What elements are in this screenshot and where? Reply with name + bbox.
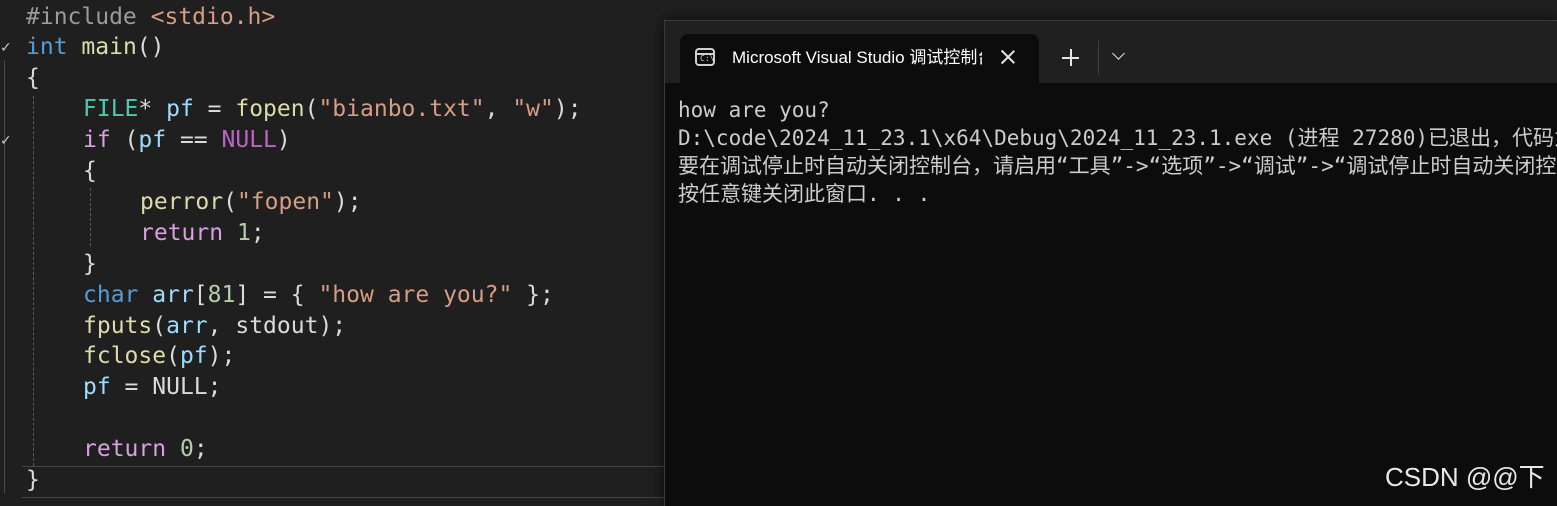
punctuation: ( <box>304 96 319 122</box>
keyword: return <box>140 220 224 246</box>
include-header: <stdio.h> <box>150 4 276 30</box>
string-literal: "w" <box>512 96 554 122</box>
indent-guide <box>33 96 34 466</box>
code-line-7[interactable]: perror("fopen"); <box>140 187 362 218</box>
console-tab[interactable]: C:\ Microsoft Visual Studio 调试控制台 <box>680 34 1039 83</box>
code-line-10[interactable]: char arr[81] = { "how are you?" }; <box>83 280 554 311</box>
chevron-down-icon[interactable] <box>1112 48 1126 62</box>
debug-console-window[interactable]: C:\ Microsoft Visual Studio 调试控制台 how ar… <box>664 20 1557 506</box>
code-line-8[interactable]: return 1; <box>140 218 265 249</box>
variable: pf <box>179 343 208 369</box>
number-literal: 81 <box>207 282 236 308</box>
keyword: if <box>83 127 111 153</box>
code-line-16[interactable]: } <box>26 465 40 496</box>
punctuation: ); <box>333 189 362 215</box>
code-line-4[interactable]: FILE* pf = fopen("bianbo.txt", "w"); <box>83 94 582 125</box>
fold-chevron-icon[interactable]: ✓ <box>0 40 12 56</box>
brace: { <box>26 65 40 91</box>
number-literal: 1 <box>236 220 251 246</box>
string-literal: "bianbo.txt" <box>318 96 485 122</box>
variable: pf <box>166 96 194 122</box>
function-name: fclose <box>83 343 167 369</box>
scope-indicator <box>4 60 5 285</box>
punctuation: }; <box>512 282 554 308</box>
code-line-6[interactable]: { <box>83 156 97 187</box>
punctuation: , <box>207 313 236 339</box>
string-literal: "fopen" <box>236 189 334 215</box>
preprocessor-directive: #include <box>26 4 151 30</box>
punctuation: ); <box>553 96 582 122</box>
macro: NULL <box>221 127 277 153</box>
new-tab-plus-icon[interactable] <box>1062 48 1082 68</box>
code-line-15[interactable]: return 0; <box>83 434 208 465</box>
code-line-12[interactable]: fclose(pf); <box>83 341 235 372</box>
brace: } <box>26 467 40 493</box>
punctuation: ] = { <box>235 282 319 308</box>
type-name: FILE <box>83 96 139 122</box>
code-line-1[interactable]: #include <stdio.h> <box>26 2 275 33</box>
brace: } <box>83 251 97 277</box>
keyword: char <box>83 282 139 308</box>
function-name: main <box>81 34 137 60</box>
macro: NULL <box>152 374 208 400</box>
operator: == <box>166 127 222 153</box>
code-line-3[interactable]: { <box>26 63 40 94</box>
function-name: perror <box>140 189 224 215</box>
current-line-highlight <box>22 466 664 498</box>
punctuation: ; <box>250 220 265 246</box>
punctuation: ( <box>152 313 167 339</box>
code-line-9[interactable]: } <box>83 249 97 280</box>
keyword: int <box>26 34 68 60</box>
console-line: how are you? <box>678 98 830 122</box>
console-line: 要在调试停止时自动关闭控制台，请启用“工具”->“选项”->“调试”->“调试停… <box>678 154 1557 178</box>
variable: arr <box>166 313 208 339</box>
punctuation: ); <box>207 343 236 369</box>
code-line-5[interactable]: if (pf == NULL) <box>83 125 291 156</box>
variable: pf <box>83 374 111 400</box>
keyword: return <box>83 436 167 462</box>
console-app-icon: C:\ <box>695 48 715 66</box>
tab-title: Microsoft Visual Studio 调试控制台 <box>732 48 982 67</box>
indent-guide <box>90 188 91 246</box>
operator: = <box>110 374 153 400</box>
close-icon[interactable] <box>998 47 1018 67</box>
brace: { <box>83 158 97 184</box>
punctuation: , <box>484 96 513 122</box>
watermark: CSDN @@下 <box>1385 462 1545 492</box>
code-line-11[interactable]: fputs(arr, stdout); <box>83 311 346 342</box>
console-line: 按任意键关闭此窗口. . . <box>678 182 931 206</box>
operator: = <box>193 96 236 122</box>
fold-chevron-icon[interactable]: ✓ <box>0 133 12 149</box>
punctuation: [ <box>193 282 208 308</box>
punctuation: * <box>138 96 167 122</box>
function-name: fputs <box>83 313 153 339</box>
number-literal: 0 <box>179 436 194 462</box>
punctuation: ; <box>193 436 208 462</box>
scope-indicator <box>4 283 5 493</box>
console-line: D:\code\2024_11_23.1\x64\Debug\2024_11_2… <box>678 126 1557 150</box>
divider <box>1098 41 1099 75</box>
function-name: fopen <box>235 96 305 122</box>
title-bar[interactable]: C:\ Microsoft Visual Studio 调试控制台 <box>665 21 1557 83</box>
code-line-13[interactable]: pf = NULL; <box>83 372 222 403</box>
punctuation: ( <box>223 189 237 215</box>
variable: arr <box>152 282 194 308</box>
punctuation: () <box>136 34 165 60</box>
punctuation: ; <box>207 374 222 400</box>
string-literal: "how are you?" <box>318 282 513 308</box>
code-line-2[interactable]: int main() <box>26 32 165 63</box>
punctuation: ( <box>110 127 139 153</box>
variable: pf <box>138 127 167 153</box>
identifier: stdout <box>235 313 319 339</box>
punctuation: ) <box>276 127 291 153</box>
console-output[interactable]: how are you? D:\code\2024_11_23.1\x64\De… <box>678 96 1557 496</box>
punctuation: ); <box>318 313 347 339</box>
punctuation: ( <box>166 343 180 369</box>
